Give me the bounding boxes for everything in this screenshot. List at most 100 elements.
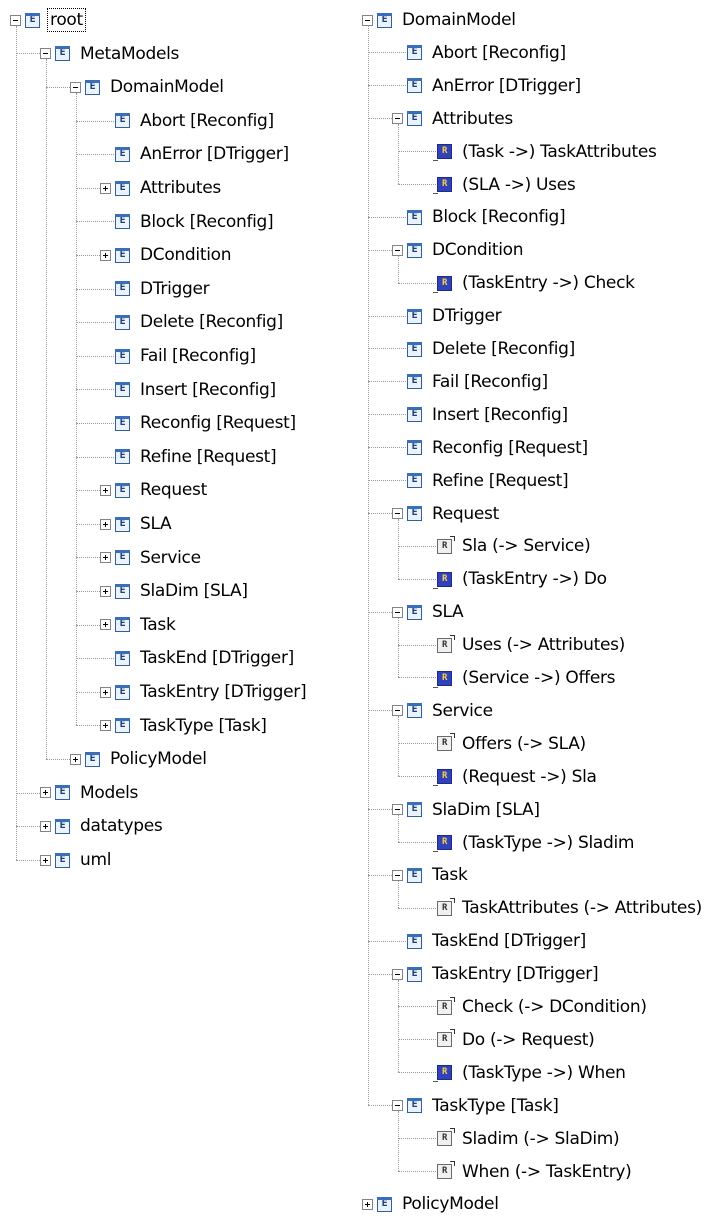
tree-node-sla[interactable]: E SLA (392, 595, 465, 629)
tree-node-datatypes[interactable]: Edatatypes (40, 809, 164, 843)
expand-toggle-icon[interactable] (100, 552, 111, 564)
tree-node-taskend-dtrigger[interactable]: E TaskEnd [DTrigger] (100, 641, 296, 675)
tree-node-sla-service[interactable]: R Sla (-> Service) (422, 529, 592, 563)
tree-node-root[interactable]: Eroot (10, 3, 86, 37)
collapse-toggle-icon[interactable] (392, 968, 403, 980)
tree-node-delete-reconfig[interactable]: E Delete [Reconfig] (100, 305, 285, 339)
tree-node-service[interactable]: E Service (392, 694, 495, 728)
collapse-toggle-icon[interactable] (392, 869, 403, 881)
tree-node-taskentry-check[interactable]: R (TaskEntry ->) Check (422, 266, 637, 300)
tree-node-policymodel[interactable]: E PolicyModel (70, 742, 209, 776)
expand-toggle-icon[interactable] (100, 585, 111, 597)
tree-node-taskentry-do[interactable]: R (TaskEntry ->) Do (422, 562, 609, 596)
collapse-toggle-icon[interactable] (362, 14, 373, 26)
class-icon: E (115, 516, 130, 532)
tree-node-tasktype-when[interactable]: R (TaskType ->) When (422, 1056, 628, 1090)
tree-node-reconfig-request[interactable]: E Reconfig [Request] (392, 431, 590, 465)
tree-node-tasktype-task[interactable]: E TaskType [Task] (100, 709, 269, 743)
tree-node-task[interactable]: E Task (100, 608, 178, 642)
tree-node-models[interactable]: E Models (40, 776, 140, 810)
tree-node-dcondition[interactable]: E DCondition (100, 238, 233, 272)
tree-node-block-reconfig[interactable]: E Block [Reconfig] (100, 205, 275, 239)
tree-node-delete-reconfig[interactable]: E Delete [Reconfig] (392, 332, 577, 366)
expand-toggle-icon[interactable] (100, 484, 111, 496)
tree-node-domainmodel[interactable]: E DomainModel (70, 70, 226, 104)
class-icon: E (115, 348, 130, 364)
tree-node-anerror-dtrigger[interactable]: E AnError [DTrigger] (100, 137, 291, 171)
tree-node-uses-attributes[interactable]: R Uses (-> Attributes) (422, 628, 627, 662)
tree-node-offers-sla[interactable]: R Offers (-> SLA) (422, 727, 588, 761)
tree-node-policymodel[interactable]: E PolicyModel (362, 1187, 501, 1221)
tree-node-insert-reconfig[interactable]: E Insert [Reconfig] (392, 398, 570, 432)
tree-node-sladim-sla[interactable]: E SlaDim [SLA] (392, 793, 542, 827)
tree-node-task-taskattributes[interactable]: R (Task ->) TaskAttributes (422, 135, 659, 169)
tree-node-label: (TaskType ->) Sladim (462, 832, 635, 853)
class-icon: E (55, 785, 70, 801)
tree-node-service[interactable]: E Service (100, 541, 203, 575)
tree-node-taskentry-dtrigger[interactable]: E TaskEntry [DTrigger] (392, 957, 600, 991)
tree-node-fail-reconfig[interactable]: E Fail [Reconfig] (392, 365, 550, 399)
tree-node-taskattributes-attributes[interactable]: R TaskAttributes (-> Attributes) (422, 891, 704, 925)
tree-node-when-taskentry[interactable]: R When (-> TaskEntry) (422, 1155, 634, 1189)
tree-node-label: SLA (432, 602, 464, 623)
tree-node-tasktype-sladim[interactable]: R (TaskType ->) Sladim (422, 826, 636, 860)
expand-toggle-icon[interactable] (362, 1198, 373, 1210)
expand-toggle-icon[interactable] (100, 182, 111, 194)
collapse-toggle-icon[interactable] (70, 81, 81, 93)
tree-node-abort-reconfig[interactable]: E Abort [Reconfig] (100, 104, 276, 138)
tree-node-anerror-dtrigger[interactable]: E AnError [DTrigger] (392, 69, 583, 103)
expand-toggle-icon[interactable] (70, 753, 81, 765)
tree-node-tasktype-task[interactable]: E TaskType [Task] (392, 1089, 561, 1123)
tree-node-do-request[interactable]: R Do (-> Request) (422, 1023, 597, 1057)
tree-node-task[interactable]: E Task (392, 858, 470, 892)
tree-node-block-reconfig[interactable]: E Block [Reconfig] (392, 200, 567, 234)
expand-toggle-icon[interactable] (100, 249, 111, 261)
class-icon: E (115, 550, 130, 566)
expand-toggle-icon[interactable] (100, 686, 111, 698)
tree-node-attributes[interactable]: E Attributes (392, 102, 515, 136)
tree-node-request[interactable]: E Request (100, 473, 209, 507)
tree-node-refine-request[interactable]: E Refine [Request] (100, 440, 278, 474)
collapse-toggle-icon[interactable] (392, 244, 403, 256)
tree-node-dcondition[interactable]: E DCondition (392, 233, 525, 267)
collapse-toggle-icon[interactable] (392, 508, 403, 519)
tree-node-check-dcondition[interactable]: R Check (-> DCondition) (422, 990, 649, 1024)
reference-icon: R (437, 1029, 455, 1048)
expand-toggle-icon[interactable] (40, 787, 51, 799)
tree-node-taskend-dtrigger[interactable]: E TaskEnd [DTrigger] (392, 924, 588, 958)
tree-node-fail-reconfig[interactable]: E Fail [Reconfig] (100, 339, 258, 373)
tree-node-sla-uses[interactable]: R (SLA ->) Uses (422, 168, 577, 202)
collapse-toggle-icon[interactable] (392, 804, 403, 816)
expand-toggle-icon[interactable] (100, 619, 111, 631)
tree-node-service-offers[interactable]: R (Service ->) Offers (422, 661, 617, 695)
collapse-toggle-icon[interactable] (10, 14, 21, 26)
tree-node-dtrigger[interactable]: E DTrigger (392, 299, 503, 333)
tree-node-attributes[interactable]: E Attributes (100, 171, 223, 205)
collapse-toggle-icon[interactable] (40, 48, 51, 60)
tree-node-insert-reconfig[interactable]: E Insert [Reconfig] (100, 373, 278, 407)
collapse-toggle-icon[interactable] (392, 1100, 403, 1112)
tree-node-request[interactable]: E Request (392, 497, 501, 531)
tree-node-sladim-sla[interactable]: E SlaDim [SLA] (100, 574, 250, 608)
tree-node-domainmodel[interactable]: E DomainModel (362, 3, 518, 37)
tree-node-abort-reconfig[interactable]: E Abort [Reconfig] (392, 36, 568, 70)
tree-node-metamodels[interactable]: E MetaModels (40, 37, 181, 71)
tree-connector (398, 1170, 436, 1172)
tree-node-request-sla[interactable]: R (Request ->) Sla (422, 760, 599, 794)
tree-node-uml[interactable]: Euml (40, 843, 113, 877)
expand-toggle-icon[interactable] (100, 518, 111, 530)
tree-node-label: DCondition (432, 240, 524, 261)
tree-node-sladim-sladim[interactable]: R Sladim (-> SlaDim) (422, 1122, 621, 1156)
expand-toggle-icon[interactable] (40, 854, 51, 866)
tree-node-sla[interactable]: E SLA (100, 507, 173, 541)
expand-toggle-icon[interactable] (40, 820, 51, 832)
expand-toggle-icon[interactable] (100, 720, 111, 732)
tree-node-reconfig-request[interactable]: E Reconfig [Request] (100, 406, 298, 440)
tree-node-taskentry-dtrigger[interactable]: E TaskEntry [DTrigger] (100, 675, 308, 709)
tree-node-refine-request[interactable]: E Refine [Request] (392, 464, 570, 498)
collapse-toggle-icon[interactable] (392, 113, 403, 125)
collapse-toggle-icon[interactable] (392, 705, 403, 717)
back-reference-icon: R (433, 144, 452, 162)
tree-node-dtrigger[interactable]: E DTrigger (100, 272, 211, 306)
collapse-toggle-icon[interactable] (392, 606, 403, 618)
